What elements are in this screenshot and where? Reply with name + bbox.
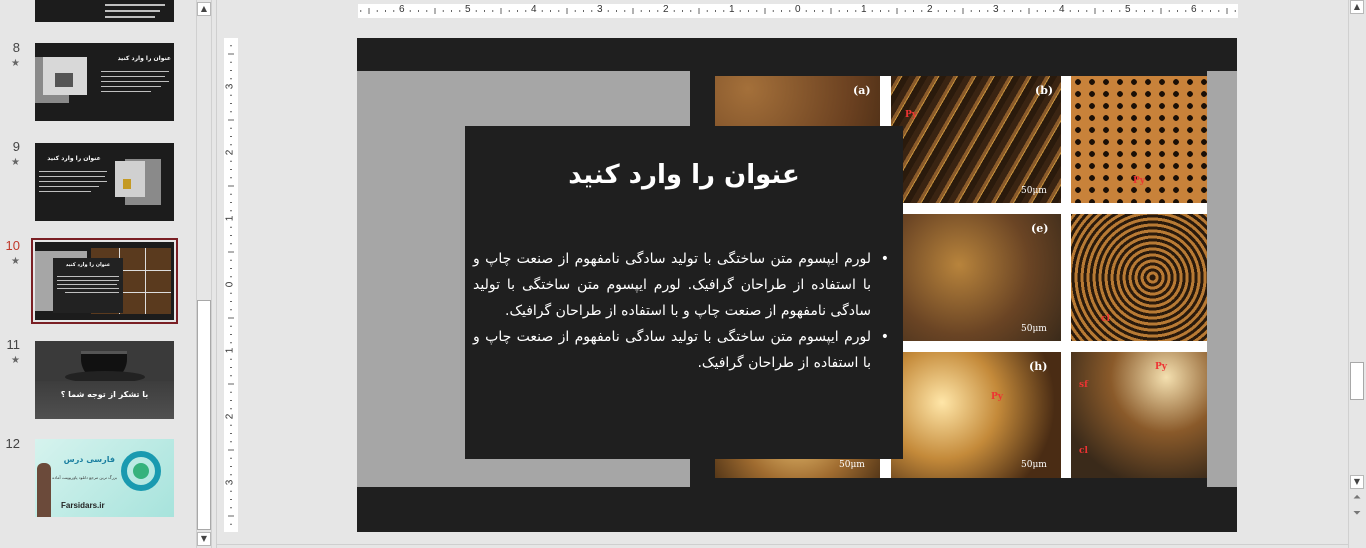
slide-thumbnail-8[interactable]: عنوان را وارد کنید [35,43,174,121]
mineral-label: Py [905,110,917,120]
ruler-label: 3 [597,4,603,15]
mineral-label: Py [991,392,1003,402]
micrograph-f: cl [1071,214,1207,341]
photo-label: (e) [1031,222,1049,235]
slide-thumbnail-10[interactable]: عنوان را وارد کنید [31,238,178,324]
ruler-label: 2 [927,4,933,15]
slide-number: 12 [5,436,20,451]
slide-number: 9 [12,139,20,154]
mineral-label: cl [1079,446,1088,456]
horizontal-ruler: 6 5 4 3 2 1 0 1 2 3 4 5 6 [358,4,1238,18]
bullet-text: لورم ایپسوم متن ساختگی با تولید سادگی نا… [473,251,871,319]
bullet-list[interactable]: • لورم ایپسوم متن ساختگی با تولید سادگی … [473,246,889,376]
ruler-label: 6 [1191,4,1197,15]
mineral-label: Py [1155,362,1167,372]
scale-bar-label: 50μm [839,460,865,470]
animation-star-icon: ★ [11,58,20,69]
ruler-label: 1 [861,4,867,15]
ruler-label: 3 [224,83,236,90]
pane-divider [216,0,217,548]
animation-star-icon: ★ [11,256,20,267]
thumbnail-site: Farsidars.ir [61,501,105,510]
thumbnail-title: عنوان را وارد کنید [47,155,101,162]
content-text-box[interactable]: عنوان را وارد کنید • لورم ایپسوم متن ساخ… [465,126,903,459]
micrograph-e: (e) 50μm [891,214,1061,341]
ruler-label: 1 [224,347,236,354]
scroll-up-arrow-icon[interactable]: ▲ [1350,0,1364,14]
ruler-label: 1 [224,215,236,222]
mineral-label: cl [1101,314,1110,324]
slide-thumbnail-9[interactable]: عنوان را وارد کنید [35,143,174,221]
bottom-edge [216,544,1348,545]
ruler-label: 5 [1125,4,1131,15]
previous-slide-icon[interactable]: ⏶ [1350,492,1364,506]
bullet-item-1: • لورم ایپسوم متن ساختگی با تولید سادگی … [473,246,889,324]
slide-thumbnail-7[interactable] [35,0,174,22]
bullet-text: لورم ایپسوم متن ساختگی با تولید سادگی نا… [473,329,871,371]
scale-bar-label: 50μm [1021,324,1047,334]
slide-thumbnail-12[interactable]: فارسی درس بزرگ ترین مرجع دانلود پاورپوین… [35,439,174,517]
ruler-label: 0 [224,281,236,288]
scale-bar-label: 50μm [1021,186,1047,196]
slide-number-active: 10 [5,238,20,253]
ruler-label: 2 [663,4,669,15]
scale-bar-label: 50μm [1021,460,1047,470]
thumbnail-caption: با تشکر از توجه شما ؟ [60,390,149,399]
bullet-glyph: • [880,251,889,267]
micrograph-i: sf Py cl [1071,352,1207,478]
mineral-label: Py [1133,176,1145,186]
photo-label: (a) [853,84,871,97]
slide-thumbnail-11[interactable]: با تشکر از توجه شما ؟ [35,341,174,419]
ruler-label: 1 [729,4,735,15]
slide-number: 11 [6,337,21,352]
next-slide-icon[interactable]: ⏷ [1350,508,1364,522]
ruler-label: 6 [399,4,405,15]
photo-label: (h) [1029,360,1048,373]
ruler-label: 4 [1059,4,1065,15]
photo-label: (b) [1035,84,1054,97]
micrograph-h: (h) Py 50μm [891,352,1061,478]
bullet-item-2: • لورم ایپسوم متن ساختگی با تولید سادگی … [473,324,889,376]
ruler-label: 4 [531,4,537,15]
animation-star-icon: ★ [11,355,20,366]
thumbnail-title: عنوان را وارد کنید [117,55,171,62]
ruler-label: 5 [465,4,471,15]
slide-number: 8 [12,40,20,55]
thumbnail-scrollbar-thumb[interactable] [197,300,211,530]
gray-panel-right [1207,71,1237,487]
scroll-down-arrow-icon[interactable]: ▼ [197,532,211,546]
editor-scrollbar[interactable] [1348,0,1366,548]
ruler-label: 2 [224,149,236,156]
ruler-label: 0 [795,4,801,15]
scroll-up-arrow-icon[interactable]: ▲ [197,2,211,16]
editor-scrollbar-thumb[interactable] [1350,362,1364,400]
ruler-label: 3 [993,4,999,15]
slide-thumbnail-pane: 8 ★ عنوان را وارد کنید 9 ★ عنوان را وارد… [0,0,196,548]
vertical-ruler: 3 2 1 0 1 2 3 [224,38,238,532]
animation-star-icon: ★ [11,157,20,168]
micrograph-b: (b) Py 50μm [891,76,1061,203]
slide-canvas[interactable]: (a) (b) Py 50μm Py (e) 50μm cl 50μm (h) … [357,38,1237,532]
bullet-glyph: • [880,329,889,345]
scroll-down-arrow-icon[interactable]: ▼ [1350,475,1364,489]
ruler-label: 3 [224,479,236,486]
thumbnail-brand: فارسی درس [63,455,115,464]
ruler-label: 2 [224,413,236,420]
thumbnail-title: عنوان را وارد کنید [65,262,111,268]
micrograph-c: Py [1071,76,1207,203]
mineral-label: sf [1079,380,1088,390]
slide-title[interactable]: عنوان را وارد کنید [465,160,903,190]
